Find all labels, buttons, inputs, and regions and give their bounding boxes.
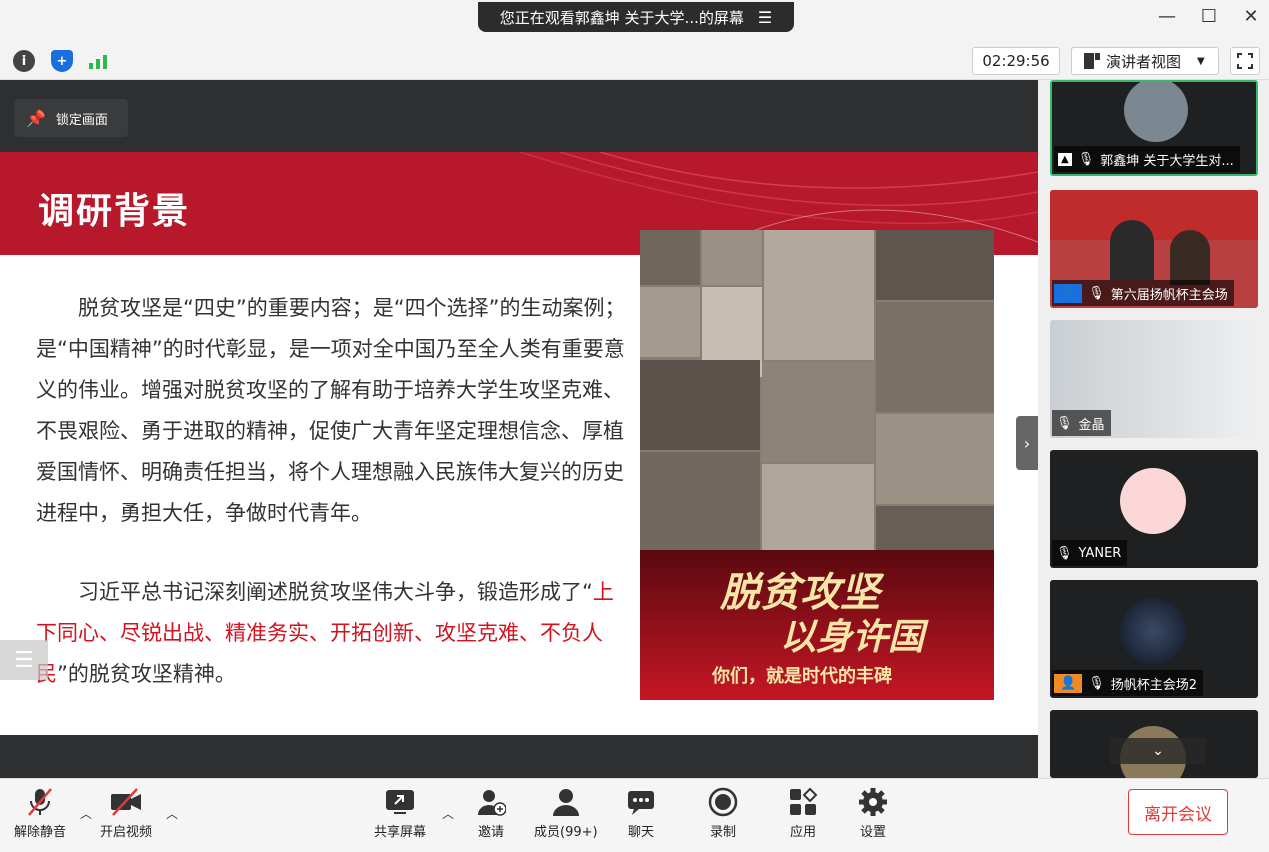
- view-mode-label: 演讲者视图: [1106, 52, 1182, 71]
- banner-background: [1050, 190, 1258, 240]
- members-label: 成员(99+): [534, 825, 598, 840]
- user-icon: 👤: [1054, 283, 1083, 303]
- collapse-sidebar-button[interactable]: ›: [1016, 416, 1038, 470]
- shield-icon[interactable]: +: [51, 50, 73, 72]
- share-screen-label: 共享屏幕: [374, 825, 427, 840]
- participant-tile[interactable]: 👤 🎙 扬帆杯主会场2: [1050, 580, 1258, 698]
- side-menu-toggle[interactable]: ☰: [0, 640, 48, 680]
- scroll-down-button[interactable]: ⌄: [1110, 738, 1206, 764]
- lock-screen-label: 锁定画面: [55, 112, 108, 128]
- chat-button[interactable]: 聊天: [626, 787, 656, 840]
- meeting-toolbar: i + 02:29:56 演讲者视图 ▼: [0, 42, 1269, 80]
- share-screen-icon: [386, 790, 414, 814]
- participant-name: 第六届扬帆杯主会场: [1110, 287, 1228, 303]
- chevron-up-icon[interactable]: ︿: [166, 805, 178, 822]
- layout-icon: [1084, 53, 1100, 69]
- chevron-up-icon[interactable]: ︿: [80, 805, 92, 822]
- close-button[interactable]: ✕: [1241, 6, 1261, 27]
- participant-sidebar: ▲ 🎙 郭鑫坤 关于大学生对... 👤 🎙 第六届扬帆杯主会场 🎙 金晶 🎙 Y…: [1038, 80, 1269, 778]
- settings-button[interactable]: 设置: [858, 787, 888, 840]
- bottom-control-bar: 解除静音 ︿ 开启视频 ︿ 共享屏幕 ︿ 邀请 成员(99+) 聊天 录制 应用…: [0, 778, 1269, 852]
- settings-label: 设置: [859, 825, 886, 840]
- mic-muted-icon: [28, 788, 52, 816]
- video-off-icon: [111, 788, 141, 816]
- invite-button[interactable]: 邀请: [476, 787, 506, 840]
- share-screen-button[interactable]: 共享屏幕: [374, 787, 426, 840]
- apps-button[interactable]: 应用: [788, 787, 818, 840]
- list-icon[interactable]: ☰: [758, 8, 772, 27]
- screen-share-banner[interactable]: 您正在观看郭鑫坤 关于大学...的屏幕 ☰: [478, 2, 794, 32]
- pin-icon: 📌: [26, 108, 46, 128]
- participant-tile[interactable]: 👤 🎙 第六届扬帆杯主会场: [1050, 190, 1258, 308]
- signal-icon[interactable]: [87, 50, 109, 72]
- mic-muted-icon: 🎙: [1088, 285, 1105, 301]
- chevron-up-icon[interactable]: ︿: [442, 805, 454, 822]
- maximize-button[interactable]: ☐: [1199, 6, 1219, 27]
- participant-name: 郭鑫坤 关于大学生对...: [1100, 153, 1234, 169]
- participant-name: 扬帆杯主会场2: [1110, 677, 1197, 693]
- microphone-icon: 🎙: [1077, 151, 1095, 167]
- leave-meeting-button[interactable]: 离开会议: [1128, 789, 1228, 835]
- person-silhouette: [1110, 220, 1154, 280]
- fullscreen-icon: [1237, 53, 1253, 69]
- para2-end: ”的脱贫攻坚精神。: [57, 662, 236, 686]
- invite-label: 邀请: [477, 825, 504, 840]
- participant-tile[interactable]: ▲ 🎙 郭鑫坤 关于大学生对...: [1050, 80, 1258, 176]
- avatar: [1120, 598, 1186, 664]
- info-icon[interactable]: i: [13, 50, 35, 72]
- fullscreen-button[interactable]: [1230, 47, 1260, 75]
- view-mode-dropdown[interactable]: 演讲者视图 ▼: [1071, 47, 1219, 75]
- presentation-slide: 调研背景 脱贫攻坚是“四史”的重要内容；是“四个选择”的生动案例；是“中国精神”…: [0, 152, 1038, 735]
- shared-screen-stage: 📌 锁定画面 调研背景 脱贫攻坚是“四史”的重要内容；是“四个选择”的生动案例；…: [0, 80, 1038, 778]
- minimize-button[interactable]: —: [1157, 6, 1177, 27]
- poster-line-3: 你们，就是时代的丰碑: [712, 666, 892, 687]
- mic-muted-icon: 🎙: [1088, 675, 1105, 691]
- apps-label: 应用: [789, 825, 816, 840]
- meeting-timer: 02:29:56: [972, 47, 1060, 75]
- participant-tile[interactable]: 🎙 YANER: [1050, 450, 1258, 568]
- participant-tile[interactable]: 🎙 金晶: [1050, 320, 1258, 438]
- participant-name: YANER: [1078, 545, 1122, 561]
- avatar: [1124, 82, 1188, 142]
- screen-share-icon: ▲: [1058, 152, 1072, 166]
- add-user-icon: [478, 790, 506, 816]
- gear-icon: [859, 788, 887, 816]
- user-icon: 👤: [1054, 673, 1083, 693]
- slide-paragraph-2: 习近平总书记深刻阐述脱贫攻坚伟大斗争，锻造形成了“上下同心、尽锐出战、精准务实、…: [36, 572, 632, 695]
- start-video-button[interactable]: 开启视频: [100, 787, 152, 840]
- chat-label: 聊天: [627, 825, 654, 840]
- record-label: 录制: [709, 825, 736, 840]
- record-icon: [708, 787, 738, 817]
- start-video-label: 开启视频: [100, 825, 153, 840]
- poster-image: 脱贫攻坚 以身许国 你们，就是时代的丰碑: [640, 230, 994, 700]
- apps-icon: [790, 787, 818, 815]
- person-silhouette: [1170, 230, 1210, 285]
- avatar: [1120, 468, 1186, 534]
- record-button[interactable]: 录制: [708, 787, 738, 840]
- mic-muted-icon: 🎙: [1056, 545, 1073, 561]
- slide-title: 调研背景: [38, 191, 191, 232]
- participant-name: 金晶: [1078, 417, 1105, 433]
- poster-line-2: 以身许国: [780, 616, 925, 658]
- members-button[interactable]: 成员(99+): [534, 787, 598, 840]
- mic-muted-icon: 🎙: [1056, 415, 1073, 431]
- para2-start: 习近平总书记深刻阐述脱贫攻坚伟大斗争，锻造形成了“: [78, 580, 593, 604]
- title-bar: 您正在观看郭鑫坤 关于大学...的屏幕 ☰ — ☐ ✕: [0, 0, 1269, 42]
- members-icon: [552, 789, 579, 816]
- unmute-label: 解除静音: [14, 825, 67, 840]
- unmute-button[interactable]: 解除静音: [14, 787, 66, 840]
- chat-icon: [628, 791, 654, 815]
- chevron-down-icon: ▼: [1197, 55, 1205, 67]
- lock-screen-button[interactable]: 📌 锁定画面: [14, 99, 128, 137]
- slide-paragraph-1: 脱贫攻坚是“四史”的重要内容；是“四个选择”的生动案例；是“中国精神”的时代彰显…: [36, 296, 626, 525]
- share-banner-text: 您正在观看郭鑫坤 关于大学...的屏幕: [499, 8, 744, 27]
